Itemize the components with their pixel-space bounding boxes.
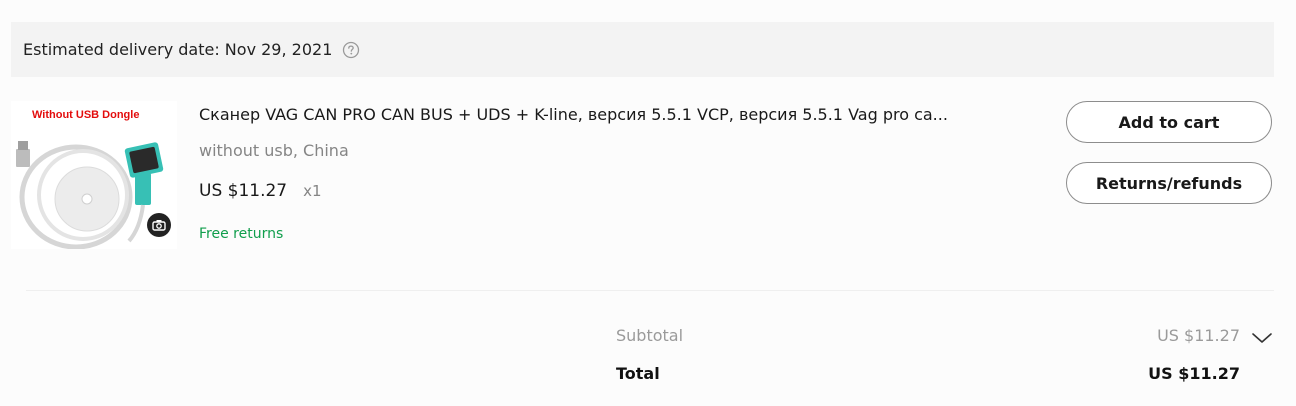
image-tag: Without USB Dongle (32, 109, 140, 121)
total-label: Total (616, 364, 660, 383)
item-quantity: x1 (303, 182, 322, 200)
delivery-bar: Estimated delivery date: Nov 29, 2021 (11, 22, 1274, 77)
delivery-date: Estimated delivery date: Nov 29, 2021 (23, 40, 333, 59)
product-title[interactable]: Сканер VAG CAN PRO CAN BUS + UDS + K-lin… (199, 105, 1029, 124)
price-line: US $11.27 x1 (199, 181, 322, 201)
add-to-cart-button[interactable]: Add to cart (1066, 101, 1272, 143)
total-value: US $11.27 (1148, 364, 1240, 383)
subtotal-label: Subtotal (616, 326, 684, 345)
subtotal-value: US $11.27 (1157, 326, 1240, 345)
chevron-down-icon[interactable] (1251, 330, 1273, 344)
returns-refunds-button[interactable]: Returns/refunds (1066, 162, 1272, 204)
camera-icon[interactable] (147, 213, 171, 237)
item-price: US $11.27 (199, 181, 288, 201)
question-circle-icon[interactable] (342, 41, 360, 59)
product-variant: without usb, China (199, 141, 349, 160)
order-item: Without USB Dongle Сканер VAG CAN PRO CA… (0, 77, 1296, 290)
product-image[interactable]: Without USB Dongle (11, 101, 177, 249)
free-returns-label: Free returns (199, 226, 284, 242)
divider (26, 290, 1274, 291)
